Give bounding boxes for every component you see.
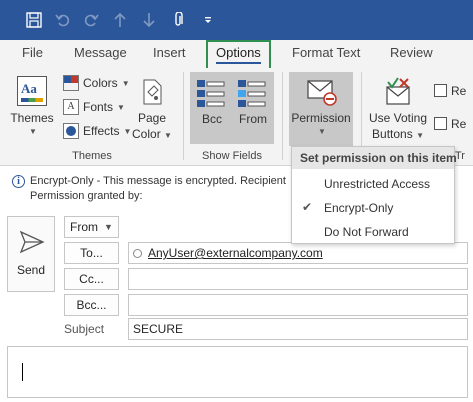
send-button[interactable]: Send bbox=[7, 216, 55, 292]
bcc-icon bbox=[196, 78, 226, 108]
send-label: Send bbox=[16, 263, 46, 277]
checkbox-1-label: Re bbox=[451, 84, 467, 98]
themes-icon: Aa bbox=[17, 76, 47, 106]
up-arrow-icon[interactable] bbox=[109, 9, 131, 31]
menu-item-unrestricted-access[interactable]: Unrestricted Access bbox=[292, 172, 454, 196]
chevron-down-icon: ▼ bbox=[121, 78, 130, 88]
from-icon bbox=[237, 78, 267, 108]
page-color-label-text: Color bbox=[132, 127, 161, 141]
from-button-label: From bbox=[70, 220, 99, 234]
themes-dropdown-icon: ▼ bbox=[29, 127, 37, 136]
group-separator bbox=[282, 72, 283, 160]
info-icon: i bbox=[12, 175, 25, 188]
bcc-button[interactable]: Bcc... bbox=[64, 294, 119, 316]
bcc-toggle-label: Bcc bbox=[201, 112, 222, 126]
fonts-icon: A bbox=[63, 99, 79, 115]
menu-item-label: Unrestricted Access bbox=[324, 177, 431, 191]
undo-icon[interactable] bbox=[52, 9, 74, 31]
checkmark-icon: ✔ bbox=[302, 200, 313, 214]
ribbon-tabs: File Message Insert Options Format Text … bbox=[0, 40, 473, 68]
permission-menu: Set permission on this item Unrestricted… bbox=[291, 146, 457, 244]
checkbox-2-label: Re bbox=[451, 117, 467, 131]
message-body[interactable] bbox=[7, 346, 468, 398]
infobar-line1: Encrypt-Only - This message is encrypted… bbox=[30, 175, 286, 187]
from-toggle-label: From bbox=[239, 112, 267, 126]
subject-field[interactable]: SECURE bbox=[128, 318, 468, 340]
page-color-icon bbox=[140, 78, 164, 106]
colors-label: Colors bbox=[83, 76, 118, 90]
effects-button[interactable]: Effects ▼ bbox=[63, 123, 131, 139]
from-button[interactable]: From ▼ bbox=[64, 216, 119, 238]
chevron-down-icon: ▼ bbox=[117, 102, 125, 112]
cc-field[interactable] bbox=[128, 268, 468, 290]
permission-menu-header: Set permission on this item bbox=[292, 147, 457, 169]
infobar-line2: Permission granted by: bbox=[30, 190, 143, 202]
save-icon[interactable] bbox=[23, 9, 45, 31]
text-cursor bbox=[22, 363, 23, 381]
themes-button[interactable]: Aa Themes ▼ bbox=[8, 72, 56, 146]
bcc-field[interactable] bbox=[128, 294, 468, 316]
permission-envelope-icon bbox=[306, 77, 338, 107]
tab-message[interactable]: Message bbox=[74, 45, 127, 60]
colors-icon bbox=[63, 75, 79, 91]
group-separator bbox=[183, 72, 184, 160]
tab-insert[interactable]: Insert bbox=[153, 45, 186, 60]
request-receipt-checkbox-1[interactable] bbox=[434, 84, 447, 97]
customize-icon[interactable] bbox=[197, 9, 219, 31]
tab-file[interactable]: File bbox=[22, 45, 43, 60]
page-color-label-line2: Color ▼ bbox=[130, 127, 174, 141]
subject-label: Subject bbox=[64, 322, 105, 336]
themes-group-label: Themes bbox=[72, 150, 112, 162]
effects-label: Effects bbox=[83, 124, 120, 138]
down-arrow-icon[interactable] bbox=[138, 9, 160, 31]
voting-icon bbox=[384, 77, 412, 107]
chevron-down-icon: ▼ bbox=[164, 131, 172, 140]
tracking-group-label: Tr bbox=[455, 150, 465, 162]
voting-label-line2: Buttons ▼ bbox=[366, 127, 430, 141]
bcc-field-toggle[interactable]: Bcc bbox=[192, 72, 232, 144]
tab-review[interactable]: Review bbox=[390, 45, 433, 60]
colors-button[interactable]: Colors ▼ bbox=[63, 75, 130, 91]
fonts-button[interactable]: A Fonts ▼ bbox=[63, 99, 125, 115]
use-voting-buttons-button[interactable]: Use Voting Buttons ▼ bbox=[366, 72, 430, 146]
page-color-label-line1: Page bbox=[137, 111, 167, 125]
voting-label-text: Buttons bbox=[372, 127, 413, 141]
menu-item-encrypt-only[interactable]: ✔ Encrypt-Only bbox=[292, 196, 454, 220]
show-fields-group-label: Show Fields bbox=[202, 150, 262, 162]
menu-item-do-not-forward[interactable]: Do Not Forward bbox=[292, 220, 454, 244]
effects-icon bbox=[63, 123, 79, 139]
title-bar bbox=[0, 0, 473, 40]
tab-options[interactable]: Options bbox=[206, 40, 271, 68]
request-receipt-checkbox-2[interactable] bbox=[434, 117, 447, 130]
to-recipient[interactable]: AnyUser@externalcompany.com bbox=[148, 246, 323, 260]
paperclip-icon[interactable] bbox=[167, 9, 189, 31]
to-field[interactable]: AnyUser@externalcompany.com bbox=[128, 242, 468, 264]
from-field-toggle[interactable]: From bbox=[233, 72, 273, 144]
chevron-down-icon: ▼ bbox=[104, 222, 113, 232]
chevron-down-icon: ▼ bbox=[416, 131, 424, 140]
to-button[interactable]: To... bbox=[64, 242, 119, 264]
menu-item-label: Encrypt-Only bbox=[324, 201, 394, 215]
menu-item-label: Do Not Forward bbox=[324, 225, 409, 239]
voting-label-line1: Use Voting bbox=[368, 111, 428, 125]
send-icon bbox=[19, 229, 45, 255]
tab-options-label: Options bbox=[216, 45, 261, 64]
permission-button[interactable]: Permission ▼ bbox=[289, 72, 353, 146]
permission-label: Permission bbox=[291, 111, 351, 125]
fonts-label: Fonts bbox=[83, 100, 114, 114]
cc-button[interactable]: Cc... bbox=[64, 268, 119, 290]
chevron-down-icon: ▼ bbox=[318, 127, 326, 136]
tab-format-text[interactable]: Format Text bbox=[292, 45, 360, 60]
themes-label: Themes bbox=[10, 111, 54, 125]
redo-icon[interactable] bbox=[80, 9, 102, 31]
recipient-status-icon bbox=[133, 248, 142, 258]
page-color-button[interactable]: Page Color ▼ bbox=[130, 72, 174, 146]
